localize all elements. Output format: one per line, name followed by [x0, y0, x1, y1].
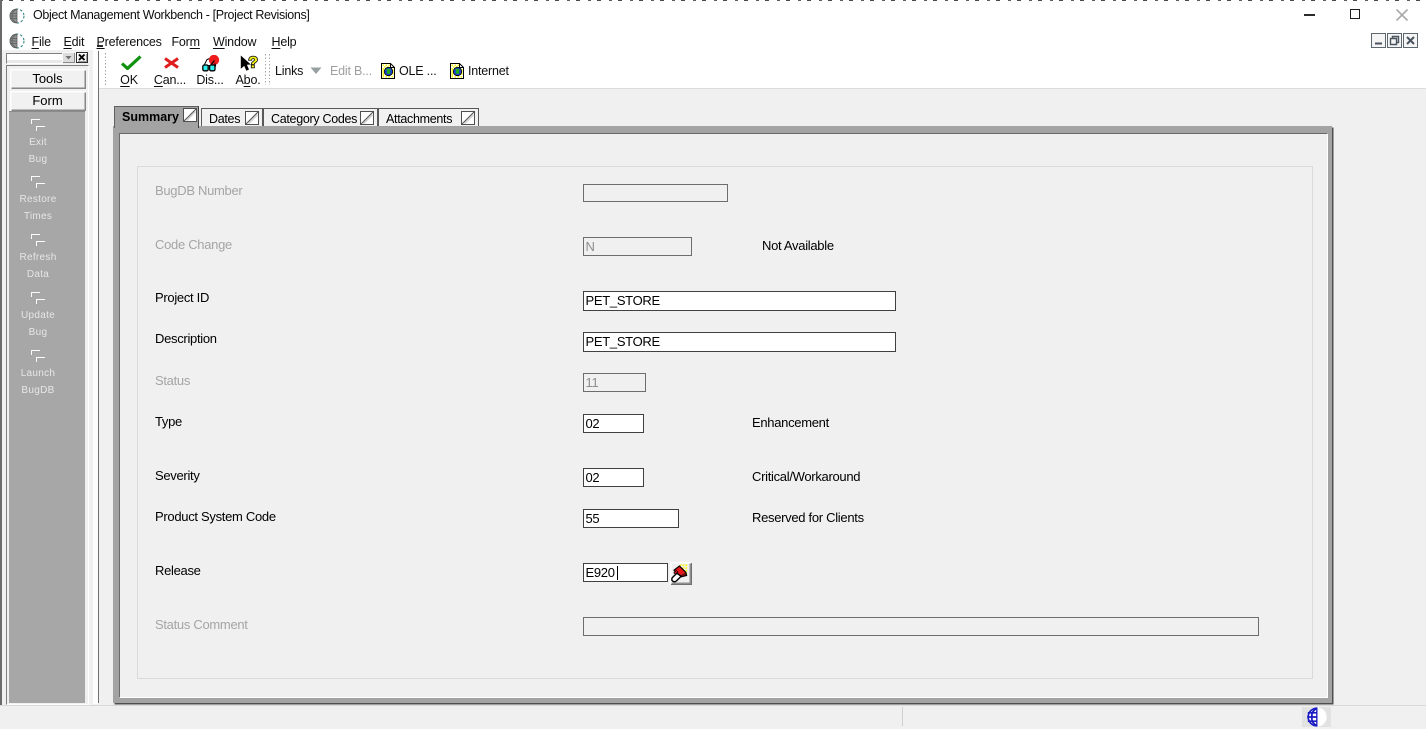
svg-text:?: ?	[248, 55, 258, 72]
